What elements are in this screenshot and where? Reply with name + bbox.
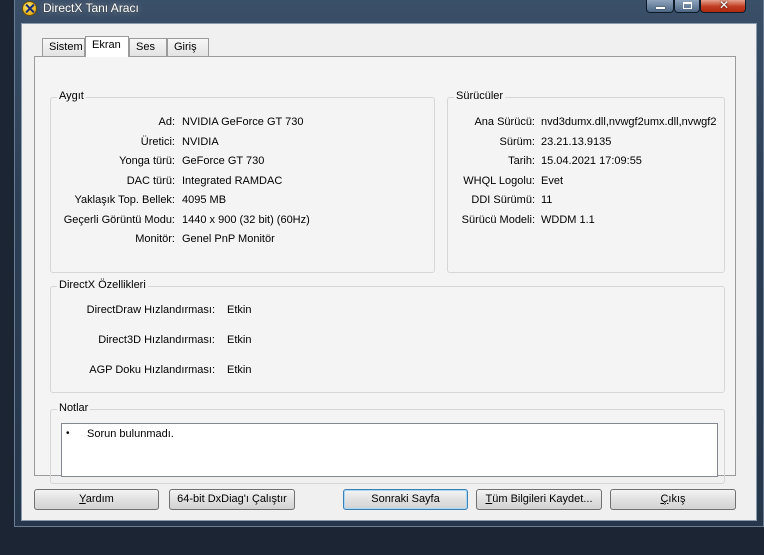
feature-value: Etkin — [227, 304, 252, 316]
driver-label: Tarih: — [508, 155, 535, 167]
notes-title: Notlar — [57, 402, 91, 414]
driver-label: DDI Sürümü: — [471, 194, 535, 206]
minimize-button[interactable] — [646, 0, 674, 13]
driver-label: Ana Sürücü: — [474, 116, 535, 128]
save-all-label-rest: üm Bilgileri Kaydet... — [492, 493, 593, 505]
tab-sistem[interactable]: Sistem — [42, 38, 85, 56]
driver-value: Evet — [541, 175, 564, 187]
drivers-group-title: Sürücüler — [454, 90, 506, 102]
driver-label: Sürücü Modeli: — [461, 214, 535, 226]
device-value: 1440 x 900 (32 bit) (60Hz) — [182, 214, 310, 226]
device-group: Aygıt Ad: NVIDIA GeForce GT 730 Üretici:… — [50, 90, 435, 273]
save-all-info-button[interactable]: Tüm Bilgileri Kaydet... — [476, 489, 602, 510]
run-64bit-dxdiag-button[interactable]: 64-bit DxDiag'ı Çalıştır — [169, 489, 295, 510]
feature-label: DirectDraw Hızlandırması: — [86, 304, 215, 316]
exit-label-rest: ıkış — [668, 493, 686, 505]
device-value: GeForce GT 730 — [182, 155, 265, 167]
exit-button[interactable]: Çıkış — [610, 489, 736, 510]
help-button[interactable]: Yardım — [34, 489, 159, 510]
directx-x-icon[interactable] — [22, 1, 37, 16]
device-value: 4095 MB — [182, 194, 227, 206]
driver-label: Sürüm: — [499, 136, 535, 148]
maximize-icon — [683, 2, 692, 9]
device-label: Monitör: — [135, 233, 175, 245]
maximize-button[interactable] — [674, 0, 700, 13]
directx-features-group: DirectX Özellikleri DirectDraw Hızlandır… — [50, 279, 725, 393]
device-label: DAC türü: — [126, 175, 175, 187]
feature-value: Etkin — [227, 364, 252, 376]
device-label: Yonga türü: — [119, 155, 175, 167]
device-value: Genel PnP Monitör — [182, 233, 275, 245]
device-group-title: Aygıt — [57, 90, 86, 102]
tab-ekran[interactable]: Ekran — [85, 36, 129, 57]
title-bar[interactable]: DirectX Tanı Aracı ✕ — [15, 0, 763, 18]
note-item: Sorun bulunmadı. — [87, 428, 174, 440]
feature-label: Direct3D Hızlandırması: — [98, 334, 215, 346]
window-frame: DirectX Tanı Aracı ✕ Sistem Ekran Ses Gi… — [14, 0, 764, 527]
driver-value: 23.21.13.9135 — [541, 136, 612, 148]
driver-value: 15.04.2021 17:09:55 — [541, 155, 642, 167]
minimize-icon — [656, 7, 665, 9]
next-page-button[interactable]: Sonraki Sayfa — [343, 489, 468, 510]
feature-value: Etkin — [227, 334, 252, 346]
device-label: Yaklaşık Top. Bellek: — [74, 194, 175, 206]
device-value: NVIDIA — [182, 136, 219, 148]
help-label-rest: ardım — [85, 493, 114, 505]
dialog-client: Sistem Ekran Ses Giriş Aygıt Ad: NVIDIA … — [21, 23, 757, 521]
feature-label: AGP Doku Hızlandırması: — [89, 364, 215, 376]
device-label: Üretici: — [140, 136, 175, 148]
close-button[interactable]: ✕ — [700, 0, 746, 13]
notes-textbox[interactable]: • Sorun bulunmadı. — [61, 423, 718, 477]
device-label: Ad: — [158, 116, 175, 128]
driver-value: nvd3dumx.dll,nvwgf2umx.dll,nvwgf2 — [541, 116, 717, 128]
tab-ses[interactable]: Ses — [129, 38, 167, 56]
tab-panel-ekran: Aygıt Ad: NVIDIA GeForce GT 730 Üretici:… — [34, 56, 736, 484]
driver-value: WDDM 1.1 — [541, 214, 595, 226]
notes-group: Notlar • Sorun bulunmadı. — [50, 402, 725, 484]
driver-label: WHQL Logolu: — [463, 175, 535, 187]
close-icon: ✕ — [719, 0, 730, 12]
directx-features-title: DirectX Özellikleri — [57, 279, 148, 291]
device-value: Integrated RAMDAC — [182, 175, 283, 187]
drivers-group: Sürücüler Ana Sürücü: nvd3dumx.dll,nvwgf… — [447, 90, 725, 273]
tab-giris[interactable]: Giriş — [167, 38, 209, 56]
device-value: NVIDIA GeForce GT 730 — [182, 116, 304, 128]
note-bullet: • — [66, 428, 70, 439]
window-title: DirectX Tanı Aracı — [43, 1, 139, 15]
driver-value: 11 — [541, 194, 553, 206]
device-label: Geçerli Görüntü Modu: — [63, 214, 175, 226]
